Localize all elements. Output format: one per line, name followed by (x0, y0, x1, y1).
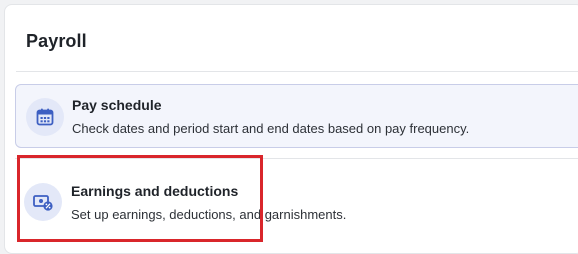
pay-schedule-item[interactable]: Pay schedule Check dates and period star… (15, 84, 578, 148)
pay-schedule-icon-badge (26, 98, 64, 136)
pay-schedule-title: Pay schedule (72, 97, 162, 113)
earnings-title: Earnings and deductions (71, 183, 239, 199)
money-percent-icon (33, 195, 53, 211)
title-divider (16, 71, 578, 72)
earnings-icon-badge (24, 183, 62, 221)
calendar-icon (36, 108, 54, 126)
pay-schedule-description: Check dates and period start and end dat… (72, 121, 470, 136)
page-title: Payroll (26, 31, 87, 51)
earnings-and-deductions-item[interactable]: Earnings and deductions Set up earnings,… (15, 158, 578, 240)
earnings-description: Set up earnings, deductions, and garnish… (71, 207, 347, 222)
